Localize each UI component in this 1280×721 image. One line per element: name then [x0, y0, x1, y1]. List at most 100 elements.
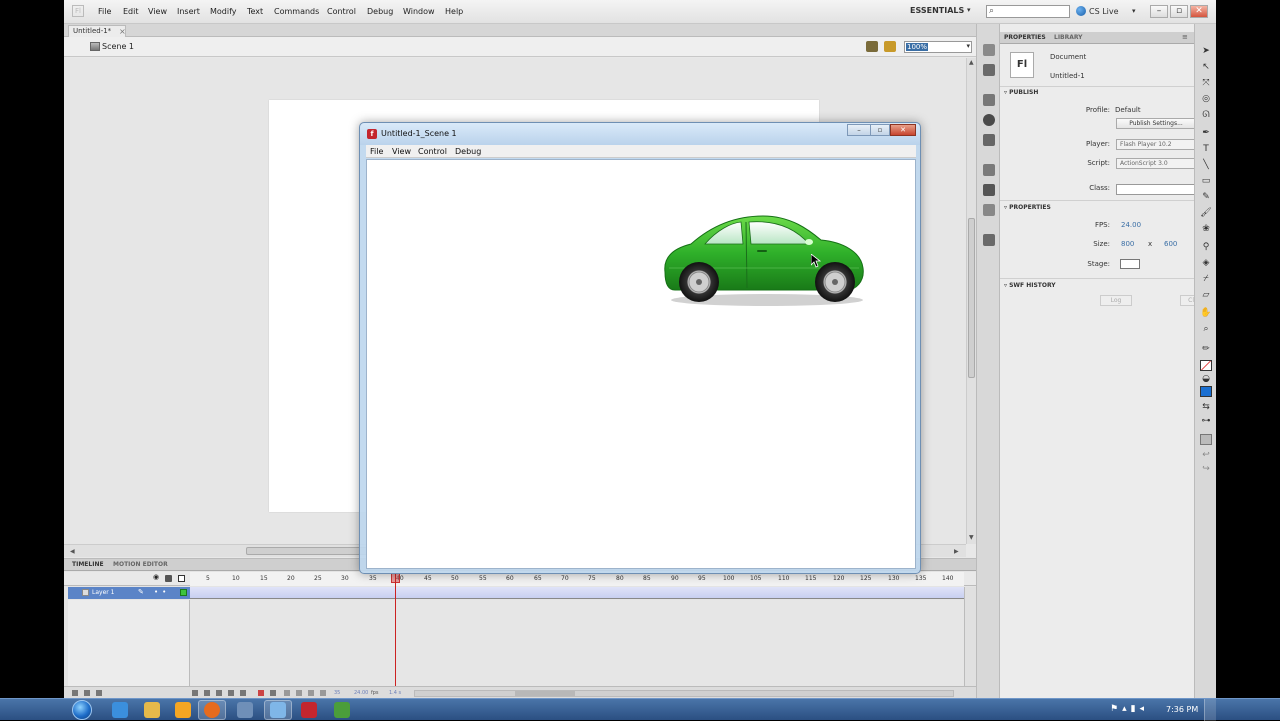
menu-insert[interactable]: Insert — [177, 7, 200, 16]
scroll-left-icon[interactable]: ◀ — [70, 548, 75, 555]
frame-ruler[interactable]: 5 10 15 20 25 30 35 40 45 50 55 60 65 70… — [190, 572, 964, 586]
fps-value[interactable]: 24.00 — [1121, 221, 1141, 229]
components-icon[interactable] — [983, 184, 995, 196]
menu-view[interactable]: View — [148, 7, 167, 16]
menu-text[interactable]: Text — [247, 7, 263, 16]
player-maximize-button[interactable]: ▫ — [870, 124, 890, 136]
tab-motion-editor[interactable]: MOTION EDITOR — [113, 561, 168, 568]
swatches-icon[interactable] — [983, 94, 995, 106]
new-folder-icon[interactable] — [84, 690, 90, 696]
new-layer-icon[interactable] — [72, 690, 78, 696]
swf-history-section-header[interactable]: ▿ SWF HISTORY — [1004, 282, 1056, 289]
smooth-icon[interactable]: ↩ — [1200, 450, 1212, 461]
menu-help[interactable]: Help — [445, 7, 463, 16]
tab-properties[interactable]: PROPERTIES — [1004, 34, 1046, 41]
pen-tool-icon[interactable]: ✒ — [1200, 128, 1212, 139]
eyedropper-tool-icon[interactable]: ⌿ — [1200, 274, 1212, 285]
modify-markers-icon[interactable] — [320, 690, 326, 696]
selection-tool-icon[interactable]: ➤ — [1200, 46, 1212, 57]
layer-row[interactable]: Layer 1 ✎ •• — [68, 587, 190, 599]
deco-tool-icon[interactable]: ❀ — [1200, 224, 1212, 235]
edit-scene-icon[interactable] — [866, 41, 878, 52]
document-tab[interactable]: Untitled-1* × — [68, 25, 126, 37]
stage-vertical-scrollbar[interactable]: ▲ ▼ — [966, 58, 976, 544]
chevron-down-icon[interactable]: ▾ — [966, 42, 970, 50]
paint-bucket-tool-icon[interactable]: ◈ — [1200, 258, 1212, 269]
onion-skin-icon[interactable] — [284, 690, 290, 696]
cs-live-button[interactable]: CS Live — [1089, 7, 1119, 16]
zoom-select[interactable]: 100% ▾ — [904, 41, 972, 53]
menu-window[interactable]: Window — [403, 7, 435, 16]
playhead[interactable] — [395, 573, 396, 689]
onion-outline-icon[interactable] — [296, 690, 302, 696]
delete-icon[interactable] — [96, 690, 102, 696]
explorer-icon[interactable] — [144, 702, 160, 718]
app-icon[interactable] — [237, 702, 253, 718]
text-tool-icon[interactable]: T — [1200, 144, 1212, 155]
player-titlebar[interactable]: f Untitled-1_Scene 1 – ▫ ✕ — [360, 123, 920, 145]
scrollbar-thumb[interactable] — [515, 691, 575, 696]
layer-name[interactable]: Layer 1 — [92, 589, 114, 596]
player-menu-file[interactable]: File — [370, 147, 383, 156]
eye-icon[interactable]: ◉ — [153, 573, 160, 581]
flash-icon[interactable] — [301, 702, 317, 718]
free-transform-tool-icon[interactable]: ⤧ — [1200, 78, 1212, 89]
document-name[interactable]: Untitled-1 — [1050, 72, 1085, 80]
publish-settings-button[interactable]: Publish Settings... — [1116, 118, 1196, 129]
player-content[interactable] — [366, 159, 916, 569]
lock-icon[interactable] — [165, 575, 172, 582]
fill-swatch[interactable] — [1200, 386, 1212, 397]
scroll-down-icon[interactable]: ▼ — [969, 534, 974, 541]
scroll-up-icon[interactable]: ▲ — [969, 59, 974, 66]
chevron-down-icon[interactable]: ▾ — [967, 6, 971, 14]
current-frame[interactable]: 35 — [334, 690, 340, 696]
object-drawing-icon[interactable] — [1200, 434, 1212, 445]
workspace-switcher[interactable]: ESSENTIALS — [910, 6, 964, 15]
frames-grid[interactable] — [190, 600, 964, 686]
first-frame-icon[interactable] — [192, 690, 198, 696]
bone-tool-icon[interactable]: ⚲ — [1200, 242, 1212, 253]
chevron-down-icon[interactable]: ▾ — [1132, 7, 1136, 15]
scene-breadcrumb[interactable]: Scene 1 — [102, 42, 134, 51]
lasso-tool-icon[interactable]: ᘏ — [1200, 110, 1212, 121]
taskbar-clock[interactable]: 7:36 PM — [1166, 705, 1198, 714]
fill-color-icon[interactable]: ◒ — [1200, 374, 1212, 385]
tab-timeline[interactable]: TIMELINE — [72, 561, 104, 568]
scroll-right-icon[interactable]: ▶ — [954, 548, 959, 555]
menu-modify[interactable]: Modify — [210, 7, 237, 16]
timeline-horizontal-scrollbar[interactable] — [414, 690, 954, 697]
brush-tool-icon[interactable]: 🖌 — [1200, 208, 1212, 219]
previous-frame-icon[interactable] — [204, 690, 210, 696]
player-menu-debug[interactable]: Debug — [455, 147, 481, 156]
play-icon[interactable] — [216, 690, 222, 696]
subselection-tool-icon[interactable]: ↖ — [1200, 62, 1212, 73]
layer-frames[interactable] — [190, 587, 964, 599]
player-minimize-button[interactable]: – — [847, 124, 871, 136]
transform-icon[interactable] — [983, 134, 995, 146]
timeline-vertical-scrollbar[interactable] — [964, 587, 976, 686]
stroke-swatch[interactable] — [1200, 360, 1212, 371]
menu-edit[interactable]: Edit — [123, 7, 139, 16]
publish-section-header[interactable]: ▿ PUBLISH — [1004, 89, 1038, 96]
maximize-button[interactable]: ▫ — [1170, 5, 1188, 18]
color-icon[interactable] — [983, 204, 995, 216]
loop-icon[interactable] — [258, 690, 264, 696]
hand-tool-icon[interactable]: ✋ — [1200, 308, 1212, 319]
motion-presets-icon[interactable] — [983, 44, 995, 56]
media-player-icon[interactable] — [175, 702, 191, 718]
stage-color-swatch[interactable] — [1120, 259, 1140, 269]
player-menu-control[interactable]: Control — [418, 147, 447, 156]
panel-menu-icon[interactable]: ≡ — [1182, 33, 1188, 41]
menu-commands[interactable]: Commands — [274, 7, 319, 16]
3d-rotation-tool-icon[interactable]: ◎ — [1200, 94, 1212, 105]
flash-player-icon[interactable] — [334, 702, 350, 718]
zoom-tool-icon[interactable]: ⌕ — [1200, 324, 1212, 335]
code-snippets-icon[interactable] — [983, 164, 995, 176]
straighten-icon[interactable]: ↪ — [1200, 464, 1212, 475]
eraser-tool-icon[interactable]: ▱ — [1200, 290, 1212, 301]
line-tool-icon[interactable]: ╲ — [1200, 160, 1212, 171]
outline-icon[interactable] — [178, 575, 185, 582]
stroke-color-icon[interactable]: ✏ — [1200, 344, 1212, 355]
help-search-input[interactable]: ⌕ — [986, 5, 1070, 18]
ie-icon[interactable] — [112, 702, 128, 718]
